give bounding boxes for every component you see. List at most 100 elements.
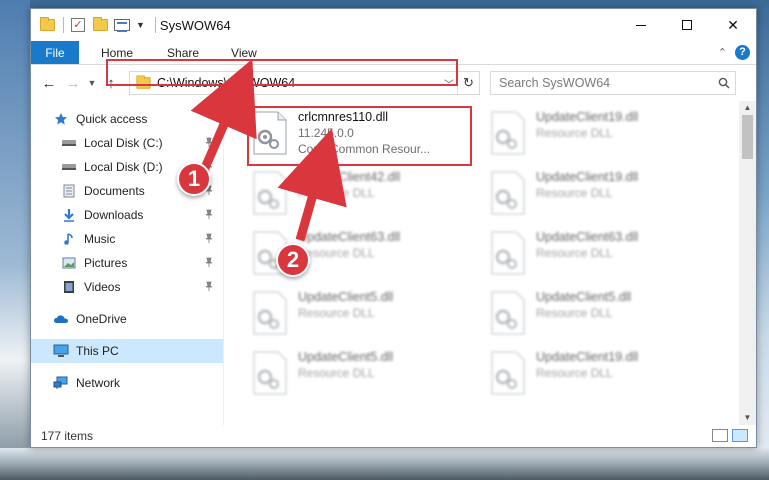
chevron-up-icon[interactable]: ⌃ bbox=[718, 46, 727, 59]
dll-file-icon bbox=[490, 291, 526, 335]
status-bar: 177 items bbox=[31, 425, 756, 447]
file-highlight-box bbox=[247, 106, 472, 166]
address-highlight-box bbox=[106, 59, 458, 86]
dll-file-icon bbox=[252, 291, 288, 335]
dll-file-icon bbox=[252, 171, 288, 215]
back-button[interactable]: ← bbox=[37, 71, 61, 95]
divider bbox=[154, 17, 156, 33]
dll-file-icon bbox=[252, 351, 288, 395]
drive-icon bbox=[61, 135, 77, 151]
sidebar-item-local-disk-c[interactable]: Local Disk (C:) bbox=[31, 131, 223, 155]
pictures-icon bbox=[61, 255, 77, 271]
file-description: Resource DLL bbox=[298, 246, 375, 260]
pin-icon[interactable] bbox=[203, 280, 215, 292]
file-item[interactable]: UpdateClient63.dll Resource DLL bbox=[486, 227, 706, 281]
sidebar-item-onedrive[interactable]: OneDrive bbox=[31, 307, 223, 331]
minimize-button[interactable] bbox=[618, 9, 664, 41]
navigation-pane: Quick access Local Disk (C:) Local Disk … bbox=[31, 101, 224, 425]
customize-toolbar-chevron-icon[interactable]: ▼ bbox=[136, 20, 145, 30]
drive-icon bbox=[61, 159, 77, 175]
pin-icon[interactable] bbox=[203, 232, 215, 244]
sidebar-item-videos[interactable]: Videos bbox=[31, 275, 223, 299]
computer-icon bbox=[53, 343, 69, 359]
pin-icon[interactable] bbox=[203, 208, 215, 220]
network-icon bbox=[53, 375, 69, 391]
star-icon bbox=[53, 111, 69, 127]
sidebar-item-this-pc[interactable]: This PC bbox=[31, 339, 223, 363]
documents-icon bbox=[61, 183, 77, 199]
search-icon[interactable] bbox=[713, 77, 735, 89]
file-name: UpdateClient63.dll bbox=[298, 230, 401, 244]
title-bar: ✓ ▼ SysWOW64 ✕ bbox=[31, 9, 756, 41]
desktop-background-bottom bbox=[0, 448, 769, 480]
file-description: Resource DLL bbox=[536, 366, 613, 380]
divider bbox=[63, 17, 64, 33]
scroll-thumb[interactable] bbox=[742, 115, 753, 159]
cloud-icon bbox=[53, 311, 69, 327]
file-name: UpdateClient63.dll bbox=[536, 230, 639, 244]
sidebar-item-music[interactable]: Music bbox=[31, 227, 223, 251]
file-description: Resource DLL bbox=[298, 366, 375, 380]
file-item[interactable]: UpdateClient42.dll Resource DLL bbox=[248, 167, 468, 221]
details-view-icon[interactable] bbox=[712, 429, 728, 442]
recent-locations-chevron-icon[interactable]: ▼ bbox=[85, 71, 99, 95]
file-description: Resource DLL bbox=[298, 186, 375, 200]
vertical-scrollbar[interactable]: ▲ ▼ bbox=[739, 101, 756, 425]
maximize-button[interactable] bbox=[664, 9, 710, 41]
refresh-button[interactable]: ↻ bbox=[457, 72, 479, 94]
sidebar-item-label: Documents bbox=[84, 184, 145, 198]
file-name: UpdateClient19.dll bbox=[536, 350, 639, 364]
sidebar-item-label: Quick access bbox=[76, 112, 148, 126]
step-badge-2: 2 bbox=[276, 243, 310, 277]
music-icon bbox=[61, 231, 77, 247]
item-count: 177 items bbox=[41, 429, 94, 443]
forward-button[interactable]: → bbox=[61, 71, 85, 95]
properties-icon[interactable] bbox=[112, 15, 132, 35]
file-item[interactable]: UpdateClient19.dll Resource DLL bbox=[486, 347, 706, 401]
scroll-up-icon[interactable]: ▲ bbox=[739, 101, 756, 115]
videos-icon bbox=[61, 279, 77, 295]
sidebar-item-label: Downloads bbox=[84, 208, 144, 222]
tab-file[interactable]: File bbox=[31, 41, 79, 64]
dll-file-icon bbox=[490, 231, 526, 275]
sidebar-item-network[interactable]: Network bbox=[31, 371, 223, 395]
sidebar-item-label: Local Disk (C:) bbox=[84, 136, 163, 150]
step-badge-1: 1 bbox=[177, 162, 211, 196]
file-item[interactable]: UpdateClient19.dll Resource DLL bbox=[486, 107, 706, 161]
file-name: UpdateClient19.dll bbox=[536, 110, 639, 124]
sidebar-item-label: OneDrive bbox=[76, 312, 127, 326]
scroll-down-icon[interactable]: ▼ bbox=[739, 411, 756, 425]
download-icon bbox=[61, 207, 77, 223]
file-name: UpdateClient19.dll bbox=[536, 170, 639, 184]
close-button[interactable]: ✕ bbox=[710, 9, 756, 41]
sidebar-item-label: Videos bbox=[84, 280, 121, 294]
dll-file-icon bbox=[490, 111, 526, 155]
file-description: Resource DLL bbox=[536, 246, 613, 260]
sidebar-item-label: This PC bbox=[76, 344, 119, 358]
sidebar-item-label: Local Disk (D:) bbox=[84, 160, 163, 174]
file-description: Resource DLL bbox=[536, 126, 613, 140]
sidebar-item-label: Pictures bbox=[84, 256, 128, 270]
dll-file-icon bbox=[490, 351, 526, 395]
pin-icon[interactable] bbox=[203, 136, 215, 148]
file-item[interactable]: UpdateClient5.dll Resource DLL bbox=[248, 287, 468, 341]
new-folder-icon[interactable] bbox=[90, 15, 110, 35]
tiles-view-icon[interactable] bbox=[732, 429, 748, 442]
file-item[interactable]: UpdateClient5.dll Resource DLL bbox=[486, 287, 706, 341]
dll-file-icon bbox=[490, 171, 526, 215]
search-input[interactable]: Search SysWOW64 bbox=[490, 71, 736, 95]
help-icon[interactable]: ? bbox=[735, 45, 750, 60]
search-placeholder: Search SysWOW64 bbox=[499, 76, 611, 90]
file-item[interactable]: UpdateClient5.dll Resource DLL bbox=[248, 347, 468, 401]
window-title: SysWOW64 bbox=[159, 17, 231, 33]
file-description: Resource DLL bbox=[536, 186, 613, 200]
file-description: Resource DLL bbox=[536, 306, 613, 320]
file-item[interactable]: UpdateClient19.dll Resource DLL bbox=[486, 167, 706, 221]
pin-icon[interactable] bbox=[203, 256, 215, 268]
properties-check-icon[interactable]: ✓ bbox=[68, 15, 88, 35]
file-name: UpdateClient5.dll bbox=[298, 290, 394, 304]
sidebar-item-quick-access[interactable]: Quick access bbox=[31, 107, 223, 131]
file-description: Resource DLL bbox=[298, 306, 375, 320]
sidebar-item-downloads[interactable]: Downloads bbox=[31, 203, 223, 227]
sidebar-item-pictures[interactable]: Pictures bbox=[31, 251, 223, 275]
